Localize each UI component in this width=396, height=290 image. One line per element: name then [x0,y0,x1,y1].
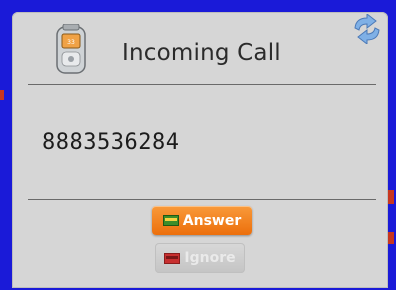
refresh-icon[interactable] [350,14,384,44]
ignore-phone-icon [164,252,181,264]
ignore-button[interactable]: Ignore [155,243,245,273]
answer-button[interactable]: Answer [152,206,252,235]
edge-accent-right-1 [388,190,394,204]
edge-accent-left [0,90,4,100]
incoming-call-dialog: 33 Incoming Call 8883536284 Answer Ignor… [12,12,388,288]
dialog-header: 33 Incoming Call [12,12,388,84]
dialog-title: Incoming Call [122,40,281,66]
header-divider [28,84,376,85]
edge-accent-right-2 [388,232,394,244]
svg-text:33: 33 [67,39,75,46]
caller-number: 8883536284 [42,130,180,155]
mobile-phone-icon: 33 [56,24,86,74]
content-divider [28,199,376,200]
answer-phone-icon [162,215,179,226]
ignore-label: Ignore [184,250,236,266]
answer-label: Answer [182,212,242,229]
